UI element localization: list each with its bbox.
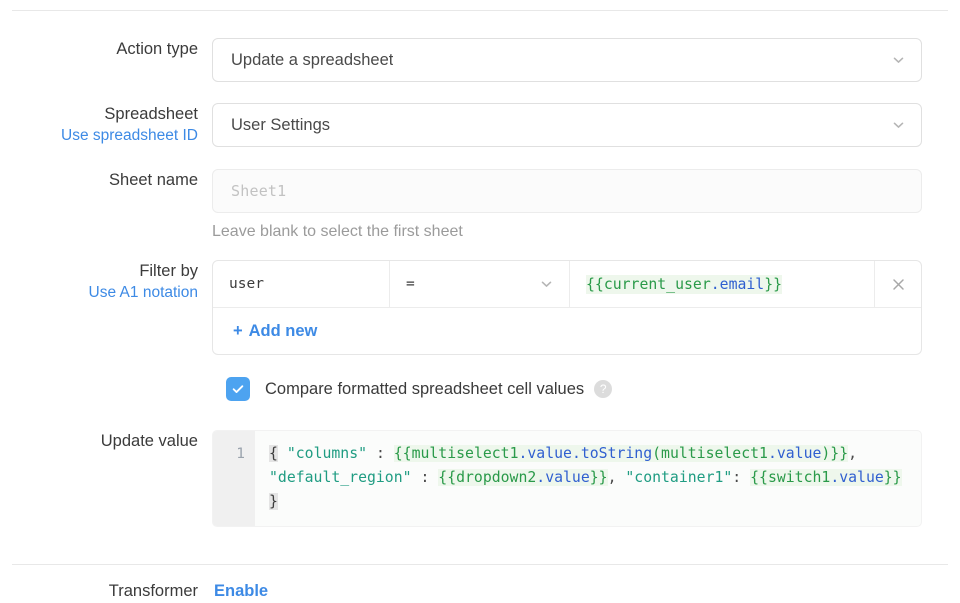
transformer-enable-link[interactable]: Enable: [214, 582, 268, 601]
filter-key-input[interactable]: user: [213, 261, 390, 307]
sheet-name-label: Sheet name: [109, 171, 198, 189]
code-token: (multiselect1: [652, 445, 768, 462]
code-token: }}: [883, 469, 902, 486]
action-editor-panel: Action type Update a spreadsheet Spreads…: [0, 0, 960, 603]
code-token: ,: [607, 469, 626, 486]
chevron-down-icon: [892, 119, 905, 132]
code-token: :: [367, 445, 394, 462]
field-row-transformer: Transformer Enable: [0, 580, 960, 602]
field-row-update-value: Update value 1 { "columns" : {{multisele…: [0, 430, 922, 527]
field-col-update-value: 1 { "columns" : {{multiselect1.value.toS…: [212, 430, 922, 527]
code-token: :: [732, 469, 751, 486]
filter-operator-select[interactable]: =: [390, 261, 570, 307]
code-token: "container1": [625, 469, 733, 486]
field-row-action-type: Action type Update a spreadsheet: [0, 38, 922, 82]
update-value-label: Update value: [100, 432, 198, 450]
code-token: )}}: [821, 445, 849, 462]
sheet-name-helper-text: Leave blank to select the first sheet: [212, 223, 463, 240]
code-token: {{dropdown2: [438, 469, 537, 486]
sheet-name-input[interactable]: Sheet1: [212, 169, 922, 213]
binding-property: email: [719, 275, 765, 293]
filter-delete-button[interactable]: [875, 261, 921, 307]
label-col-filter-by: Filter by Use A1 notation: [0, 260, 212, 304]
code-token: }: [269, 493, 278, 510]
top-divider: [12, 10, 948, 11]
filter-by-label: Filter by: [139, 262, 198, 280]
code-token: :: [411, 469, 439, 486]
filter-value-input[interactable]: {{current_user.email}}: [570, 261, 875, 307]
add-new-filter-label: Add new: [248, 321, 318, 340]
label-col-spreadsheet: Spreadsheet Use spreadsheet ID: [0, 103, 212, 147]
binding-object: current_user: [603, 275, 711, 293]
code-token: "default_region": [269, 469, 412, 486]
field-col-sheet-name: Sheet1 Leave blank to select the first s…: [212, 169, 922, 242]
chevron-down-icon: [892, 54, 905, 67]
field-row-sheet-name: Sheet name Sheet1 Leave blank to select …: [0, 169, 922, 242]
chevron-down-icon: [540, 278, 553, 291]
use-a1-notation-link[interactable]: Use A1 notation: [0, 282, 198, 304]
field-col-spreadsheet: User Settings: [212, 103, 922, 147]
check-icon: [232, 385, 244, 393]
binding-close: }}: [764, 275, 783, 293]
action-type-label: Action type: [116, 40, 198, 58]
use-spreadsheet-id-link[interactable]: Use spreadsheet ID: [0, 125, 198, 147]
code-token: .toString: [571, 445, 653, 462]
editor-code-content[interactable]: { "columns" : {{multiselect1.value.toStr…: [255, 431, 921, 526]
spreadsheet-label: Spreadsheet: [104, 105, 198, 123]
filter-value-binding: {{current_user.email}}: [586, 274, 783, 294]
compare-formatted-values-row: Compare formatted spreadsheet cell value…: [226, 377, 613, 401]
code-token: {: [269, 445, 278, 462]
action-type-select[interactable]: Update a spreadsheet: [212, 38, 922, 82]
code-token: .value: [767, 445, 822, 462]
transformer-label: Transformer: [108, 582, 198, 600]
update-value-editor[interactable]: 1 { "columns" : {{multiselect1.value.toS…: [212, 430, 922, 527]
compare-formatted-values-checkbox[interactable]: [226, 377, 250, 401]
binding-dot: .: [710, 275, 720, 293]
spreadsheet-select[interactable]: User Settings: [212, 103, 922, 147]
code-token: .value: [830, 469, 884, 486]
compare-formatted-values-label: Compare formatted spreadsheet cell value…: [265, 379, 585, 398]
close-icon: [891, 277, 906, 292]
bottom-divider: [12, 564, 948, 565]
label-col-sheet-name: Sheet name: [0, 169, 212, 191]
code-token: {{multiselect1: [393, 445, 519, 462]
field-row-spreadsheet: Spreadsheet Use spreadsheet ID User Sett…: [0, 103, 922, 147]
action-type-value: Update a spreadsheet: [231, 50, 394, 69]
plus-icon: +: [233, 321, 243, 340]
field-row-filter-by: Filter by Use A1 notation user = {{curre…: [0, 260, 922, 355]
sheet-name-placeholder: Sheet1: [231, 182, 287, 200]
filter-key-value: user: [229, 276, 264, 292]
add-new-filter-button[interactable]: + Add new: [213, 308, 921, 354]
label-col-action-type: Action type: [0, 38, 212, 60]
code-token: "columns": [286, 445, 368, 462]
code-token: ,: [848, 445, 866, 462]
filter-operator-value: =: [406, 276, 415, 292]
code-token: .value: [536, 469, 590, 486]
binding-open: {{: [586, 275, 604, 293]
editor-gutter: 1: [213, 431, 255, 526]
help-circle-icon[interactable]: ?: [594, 380, 613, 398]
code-token: .value: [518, 445, 572, 462]
label-col-transformer: Transformer: [0, 580, 212, 602]
spreadsheet-value: User Settings: [231, 115, 331, 134]
filter-row: user = {{current_user.email}}: [213, 261, 921, 308]
field-col-action-type: Update a spreadsheet: [212, 38, 922, 82]
label-col-update-value: Update value: [0, 430, 212, 452]
field-col-filter-by: user = {{current_user.email}} + Add new: [212, 260, 922, 355]
code-token: {{switch1: [750, 469, 831, 486]
code-token: }}: [589, 469, 608, 486]
filter-conditions-box: user = {{current_user.email}} + Add new: [212, 260, 922, 355]
